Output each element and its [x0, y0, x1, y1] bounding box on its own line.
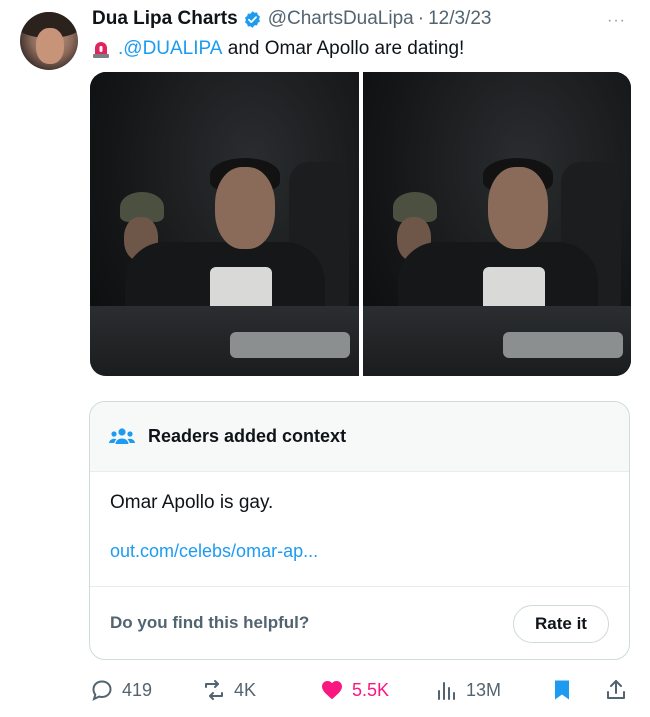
- view-count: 13M: [466, 679, 502, 700]
- note-source-link[interactable]: out.com/celebs/omar-ap...: [110, 541, 318, 562]
- note-header: Readers added context: [90, 402, 629, 472]
- reply-count: 419: [122, 679, 153, 700]
- community-note: Readers added context Omar Apollo is gay…: [89, 401, 630, 660]
- tweet-header: Dua Lipa Charts @ChartsDuaLipa · 12/3/23: [92, 8, 491, 30]
- rate-it-button[interactable]: Rate it: [513, 605, 609, 643]
- like-icon: [322, 681, 342, 700]
- display-name[interactable]: Dua Lipa Charts: [92, 8, 238, 30]
- like-count: 5.5K: [352, 679, 390, 700]
- mention-link[interactable]: .@DUALIPA: [118, 38, 222, 60]
- avatar-face: [36, 28, 64, 64]
- more-options-icon[interactable]: ···: [607, 12, 626, 30]
- separator-dot: ·: [417, 8, 425, 29]
- avatar[interactable]: [20, 12, 78, 70]
- media-grid: [90, 72, 631, 376]
- tweet-text: .@DUALIPA and Omar Apollo are dating!: [92, 38, 464, 60]
- tweet-date[interactable]: 12/3/23: [428, 8, 491, 30]
- note-body: Omar Apollo is gay.: [110, 492, 274, 513]
- siren-icon: [92, 39, 110, 59]
- note-title: Readers added context: [148, 426, 347, 446]
- people-icon: [109, 426, 135, 448]
- photo-1[interactable]: [90, 72, 359, 376]
- reply-icon: [92, 680, 112, 701]
- tweet-text-rest: and Omar Apollo are dating!: [222, 38, 465, 59]
- repost-count: 4K: [234, 679, 257, 700]
- repost-button[interactable]: 4K: [202, 678, 256, 702]
- bookmark-button[interactable]: [550, 678, 582, 702]
- helpful-question: Do you find this helpful?: [110, 613, 310, 632]
- bookmark-icon: [555, 680, 569, 700]
- repost-icon: [205, 680, 223, 700]
- reply-button[interactable]: 419: [90, 678, 152, 702]
- action-bar: 419 4K 5.5K 13M: [90, 678, 630, 708]
- photo-2[interactable]: [362, 72, 631, 376]
- like-button[interactable]: 5.5K: [320, 678, 389, 702]
- verified-badge-icon: [243, 10, 262, 29]
- views-icon: [438, 682, 455, 700]
- share-icon: [607, 680, 625, 699]
- views-button[interactable]: 13M: [434, 678, 501, 702]
- user-handle[interactable]: @ChartsDuaLipa: [268, 8, 414, 30]
- note-divider: [90, 586, 629, 587]
- share-button[interactable]: [604, 678, 636, 702]
